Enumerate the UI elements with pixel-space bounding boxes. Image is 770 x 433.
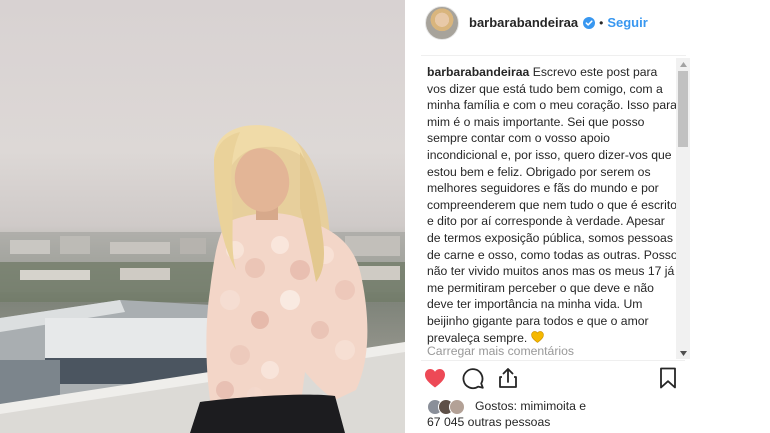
bookmark-icon <box>660 367 676 389</box>
likes-text[interactable]: Gostos: mimimoita e 67 045 outras pessoa… <box>427 398 587 430</box>
comments-section: barbarabandeiraa Escrevo este post para … <box>405 56 695 358</box>
caption: barbarabandeiraa Escrevo este post para … <box>427 64 679 346</box>
post-side-panel: barbarabandeiraa • Seguir barbarabandeir… <box>405 0 770 433</box>
photo-scene <box>0 125 405 433</box>
scrollbar-thumb[interactable] <box>678 71 688 147</box>
like-button[interactable] <box>423 366 449 392</box>
liker-avatars[interactable] <box>427 399 475 415</box>
liker-avatar <box>449 399 465 415</box>
likes-line-2: 67 045 outras pessoas <box>427 415 551 429</box>
likes-line-1: Gostos: mimimoita e <box>475 399 587 413</box>
verified-badge-icon <box>583 16 596 29</box>
load-more-comments-link[interactable]: Carregar mais comentários <box>427 344 574 358</box>
comments-scrollbar[interactable] <box>676 58 690 359</box>
comment-button[interactable] <box>461 366 487 392</box>
scroll-up-icon[interactable] <box>676 58 690 70</box>
post-photo[interactable] <box>0 0 405 433</box>
post-header: barbarabandeiraa • Seguir <box>405 0 770 45</box>
avatar[interactable] <box>425 5 459 40</box>
actions-divider <box>421 360 685 361</box>
yellow-heart-emoji-icon <box>530 330 544 343</box>
header-separator: • <box>599 15 604 30</box>
likes-summary: Gostos: mimimoita e 67 045 outras pessoa… <box>427 397 687 429</box>
caption-username[interactable]: barbarabandeiraa <box>427 65 529 79</box>
post-actions <box>423 366 685 394</box>
heart-icon <box>425 369 445 388</box>
share-button[interactable] <box>496 366 522 392</box>
scroll-down-icon[interactable] <box>676 347 690 359</box>
header-username[interactable]: barbarabandeiraa <box>469 15 578 30</box>
follow-button[interactable]: Seguir <box>607 15 647 30</box>
save-button[interactable] <box>656 366 682 392</box>
caption-text: Escrevo este post para vos dizer que est… <box>427 65 678 345</box>
share-icon <box>499 368 517 388</box>
comment-icon <box>462 368 484 390</box>
